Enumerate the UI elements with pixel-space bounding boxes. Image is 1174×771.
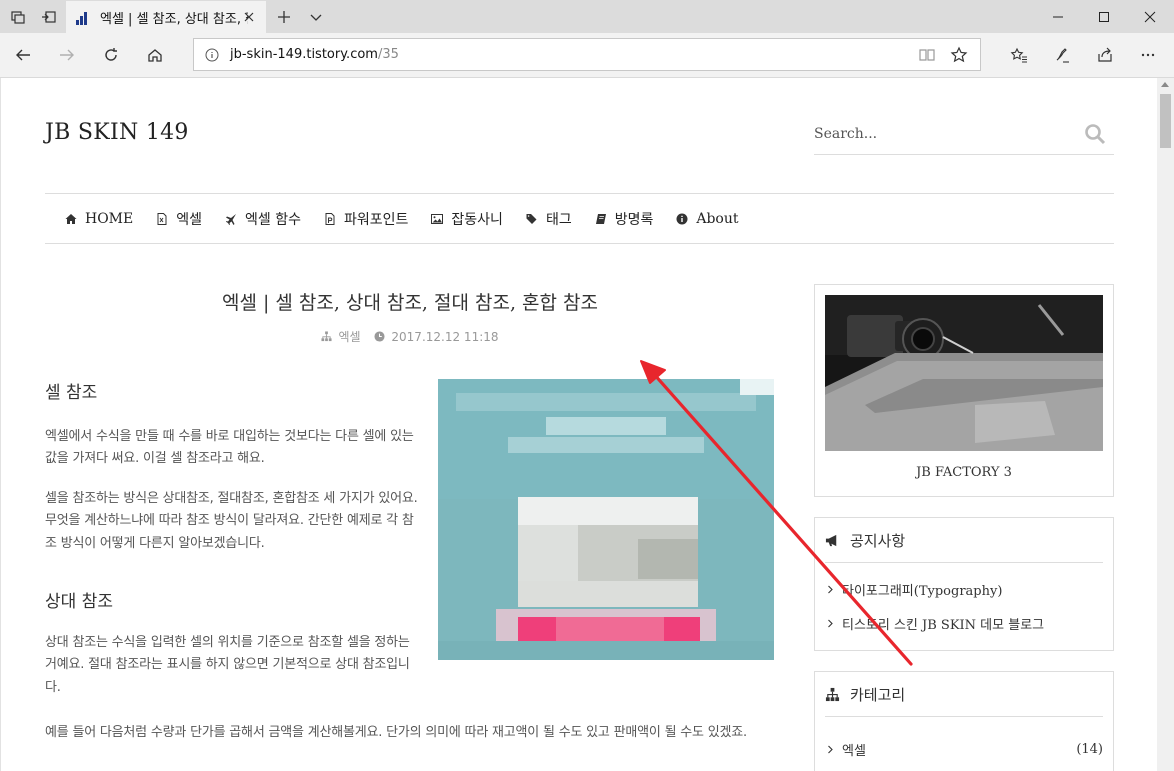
paragraph: 상대 참조는 수식을 입력한 셀의 위치를 기준으로 참조할 셀을 정하는 거예… xyxy=(45,635,410,695)
tab-title: 엑셀 | 셀 참조, 상대 참조, 절대 참조, 혼합 참조 xyxy=(100,11,248,27)
image-icon xyxy=(431,213,444,224)
post-meta: 엑셀 2017.12.12 11:18 xyxy=(45,328,775,345)
maximize-icon[interactable] xyxy=(1081,0,1127,33)
featured-photo-widget[interactable]: JB FACTORY 3 xyxy=(814,284,1114,497)
notice-item[interactable]: 타이포그래피(Typography) xyxy=(827,580,1103,599)
share-icon[interactable] xyxy=(1088,39,1122,71)
back-icon[interactable] xyxy=(6,39,40,71)
menu-item-excel[interactable]: 엑셀 xyxy=(156,209,202,229)
megaphone-icon xyxy=(825,534,837,546)
vertical-scrollbar[interactable] xyxy=(1157,78,1174,771)
scrollbar-thumb[interactable] xyxy=(1160,94,1171,148)
post-category[interactable]: 엑셀 xyxy=(338,330,360,344)
chevron-right-icon xyxy=(828,619,833,628)
tab-preview-chevron-icon[interactable] xyxy=(300,0,331,33)
browser-chrome: 엑셀 | 셀 참조, 상대 참조, 절대 참조, 혼합 참조 xyxy=(0,0,1174,78)
tistory-favicon-icon xyxy=(76,9,92,25)
category-count: (14) xyxy=(1076,742,1103,757)
reading-view-icon[interactable] xyxy=(918,46,936,64)
url-text[interactable]: jb-skin-149.tistory.com/35 xyxy=(230,47,399,62)
search-icon[interactable] xyxy=(1084,123,1106,145)
close-window-icon[interactable] xyxy=(1127,0,1173,33)
web-page: JB SKIN 149 HOME 엑셀 엑셀 함수 파워포인트 잡동사니 태그 xyxy=(0,78,1157,771)
minimize-icon[interactable] xyxy=(1035,0,1081,33)
menu-item-excel-functions[interactable]: 엑셀 함수 xyxy=(225,209,301,229)
home-icon xyxy=(65,213,77,224)
menu-item-tags[interactable]: 태그 xyxy=(526,209,572,229)
close-tab-icon[interactable] xyxy=(242,10,256,24)
chevron-right-icon xyxy=(828,745,833,754)
home-browser-icon[interactable] xyxy=(138,39,172,71)
menu-item-guestbook[interactable]: 방명록 xyxy=(595,209,653,229)
camera-laptop-photo xyxy=(825,295,1103,451)
search-input[interactable] xyxy=(814,118,1064,150)
plane-icon xyxy=(226,213,237,225)
notice-widget: 공지사항 타이포그래피(Typography) 티스토리 스킨 JB SKIN … xyxy=(814,517,1114,651)
excel-file-icon xyxy=(157,212,167,225)
notice-item[interactable]: 티스토리 스킨 JB SKIN 데모 블로그 xyxy=(827,614,1103,633)
web-note-pen-icon[interactable] xyxy=(1045,39,1079,71)
menu-item-home[interactable]: HOME xyxy=(65,211,133,227)
site-title[interactable]: JB SKIN 149 xyxy=(45,120,189,145)
menu-item-about[interactable]: About xyxy=(676,211,739,227)
tab-active[interactable]: 엑셀 | 셀 참조, 상대 참조, 절대 참조, 혼합 참조 xyxy=(66,1,266,33)
notice-widget-header: 공지사항 xyxy=(825,518,1103,563)
main-menu: HOME 엑셀 엑셀 함수 파워포인트 잡동사니 태그 방명록 About xyxy=(45,193,1114,244)
address-bar[interactable]: jb-skin-149.tistory.com/35 xyxy=(193,38,981,71)
section-heading-relative-reference: 상대 참조 xyxy=(45,592,113,612)
powerpoint-file-icon xyxy=(325,212,335,225)
scroll-up-arrow-icon[interactable] xyxy=(1161,82,1169,87)
menu-item-powerpoint[interactable]: 파워포인트 xyxy=(324,209,408,229)
tab-bar: 엑셀 | 셀 참조, 상대 참조, 절대 참조, 혼합 참조 xyxy=(0,0,1174,33)
favorites-hub-icon[interactable] xyxy=(1002,39,1036,71)
set-tabs-aside-icon[interactable] xyxy=(33,0,64,33)
photo-caption[interactable]: JB FACTORY 3 xyxy=(815,465,1113,480)
post-title: 엑셀 | 셀 참조, 상대 참조, 절대 참조, 혼합 참조 xyxy=(221,292,599,314)
section-heading-cell-reference: 셀 참조 xyxy=(45,383,98,403)
advertisement-banner[interactable] xyxy=(438,379,774,660)
book-icon xyxy=(595,213,606,224)
featured-photo[interactable] xyxy=(825,295,1103,451)
tab-manager-icon[interactable] xyxy=(2,0,33,33)
category-widget: 카테고리 엑셀 (14) xyxy=(814,671,1114,771)
post-date: 2017.12.12 11:18 xyxy=(391,330,499,344)
sitemap-icon xyxy=(825,687,840,701)
forward-icon[interactable] xyxy=(50,39,84,71)
favorite-star-icon[interactable] xyxy=(950,46,968,64)
info-icon xyxy=(676,213,688,224)
category-widget-header: 카테고리 xyxy=(825,672,1103,717)
new-tab-icon[interactable] xyxy=(268,0,299,33)
more-options-icon[interactable] xyxy=(1131,39,1165,71)
paragraph: 예를 들어 다음처럼 수량과 단가를 곱해서 금액을 계산해볼게요. 단가의 의… xyxy=(45,725,747,740)
chevron-right-icon xyxy=(828,585,833,594)
search-box xyxy=(814,118,1114,155)
paragraph: 엑셀에서 수식을 만들 때 수를 바로 대입하는 것보다는 다른 셀에 있는 값… xyxy=(45,429,414,467)
navigation-bar: jb-skin-149.tistory.com/35 xyxy=(0,33,1174,78)
menu-item-misc[interactable]: 잡동사니 xyxy=(431,209,503,229)
sitemap-icon xyxy=(321,331,333,342)
clock-icon xyxy=(374,331,385,342)
category-item[interactable]: 엑셀 (14) xyxy=(827,740,1103,759)
site-info-icon[interactable] xyxy=(194,48,230,62)
tags-icon xyxy=(526,213,537,224)
refresh-icon[interactable] xyxy=(94,39,128,71)
paragraph: 셀을 참조하는 방식은 상대참조, 절대참조, 혼합참조 세 가지가 있어요. … xyxy=(45,491,418,551)
